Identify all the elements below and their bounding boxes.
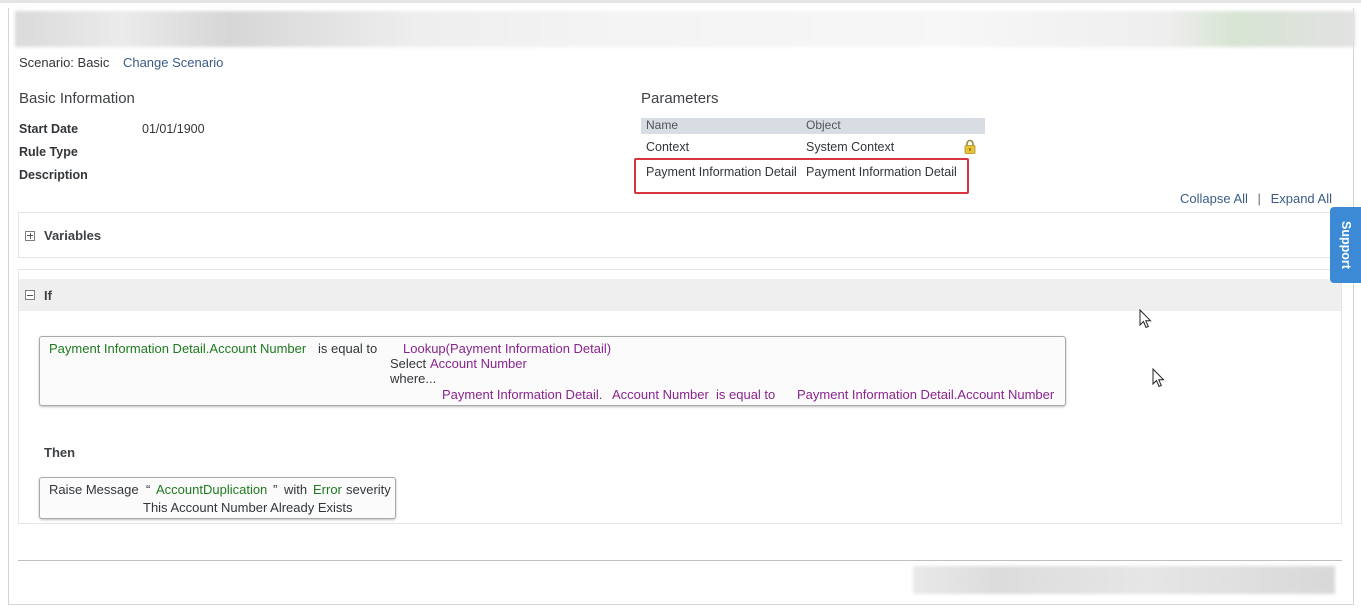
where-value[interactable]: Payment Information Detail.Account Numbe… [797,387,1054,402]
mouse-cursor-icon [1152,368,1165,388]
support-tab-label: Support [1338,221,1353,269]
basic-information-title: Basic Information [19,90,135,107]
select-field[interactable]: Account Number [430,356,527,371]
blurred-footer [913,566,1335,594]
rule-type-label: Rule Type [19,145,78,159]
message-text[interactable]: This Account Number Already Exists [143,500,353,515]
expand-all-link[interactable]: Expand All [1271,191,1332,206]
variables-header[interactable]: Variables [25,228,101,243]
parameter-row-context: Context System Context [641,134,985,159]
parameter-object: System Context [806,139,895,154]
parameters-table-header: Name Object [641,118,985,134]
support-tab[interactable]: Support [1330,207,1361,283]
variables-title: Variables [44,228,102,243]
if-header[interactable]: If [19,279,1341,311]
scenario-line: Scenario: Basic Change Scenario [19,55,223,70]
collapse-expand-links: Collapse All | Expand All [1180,191,1332,206]
footer-divider [18,560,1342,561]
parameter-name: Context [646,139,690,154]
then-title: Then [44,445,76,460]
change-scenario-link[interactable]: Change Scenario [123,55,223,70]
scenario-label: Scenario: Basic [19,55,110,70]
start-date-value: 01/01/1900 [142,122,205,136]
plus-square-icon[interactable] [25,230,35,241]
if-condition-box[interactable]: Payment Information Detail. Account Numbe… [39,336,1066,406]
top-border [0,0,1361,3]
condition-operator[interactable]: is equal to [318,341,377,356]
lock-icon [964,139,976,154]
condition-left-operand[interactable]: Payment Information Detail.Account Numbe… [49,341,306,356]
description-label: Description [19,168,88,182]
column-header-object: Object [806,118,841,132]
where-object[interactable]: Payment Information Detail. [442,387,602,402]
where-field[interactable]: Account Number [612,387,709,402]
severity-value[interactable]: Error [313,482,342,497]
if-title: If [44,287,52,303]
parameter-highlight-box [634,158,969,194]
where-operator[interactable]: is equal to [716,387,775,402]
close-quote: ” [273,482,278,497]
blurred-header [15,11,1355,47]
message-key[interactable]: AccountDuplication [156,482,267,497]
open-quote: “ [146,482,151,497]
then-action-box[interactable]: Raise Message “ AccountDuplication ” wit… [39,477,396,519]
column-header-name: Name [646,118,679,132]
start-date-label: Start Date [19,122,79,136]
parameters-title: Parameters [641,90,719,107]
link-separator: | [1257,191,1261,206]
where-keyword: where... [390,371,437,386]
severity-word: severity [346,482,391,497]
minus-square-icon[interactable] [25,290,35,300]
action-verb[interactable]: Raise Message [49,482,139,497]
with-word: with [284,482,308,497]
collapse-all-link[interactable]: Collapse All [1180,191,1248,206]
variables-panel: Variables [18,212,1342,258]
condition-lookup[interactable]: Lookup(Payment Information Detail) [403,341,611,356]
mouse-cursor-icon [1139,309,1152,329]
select-keyword: Select [390,356,427,371]
